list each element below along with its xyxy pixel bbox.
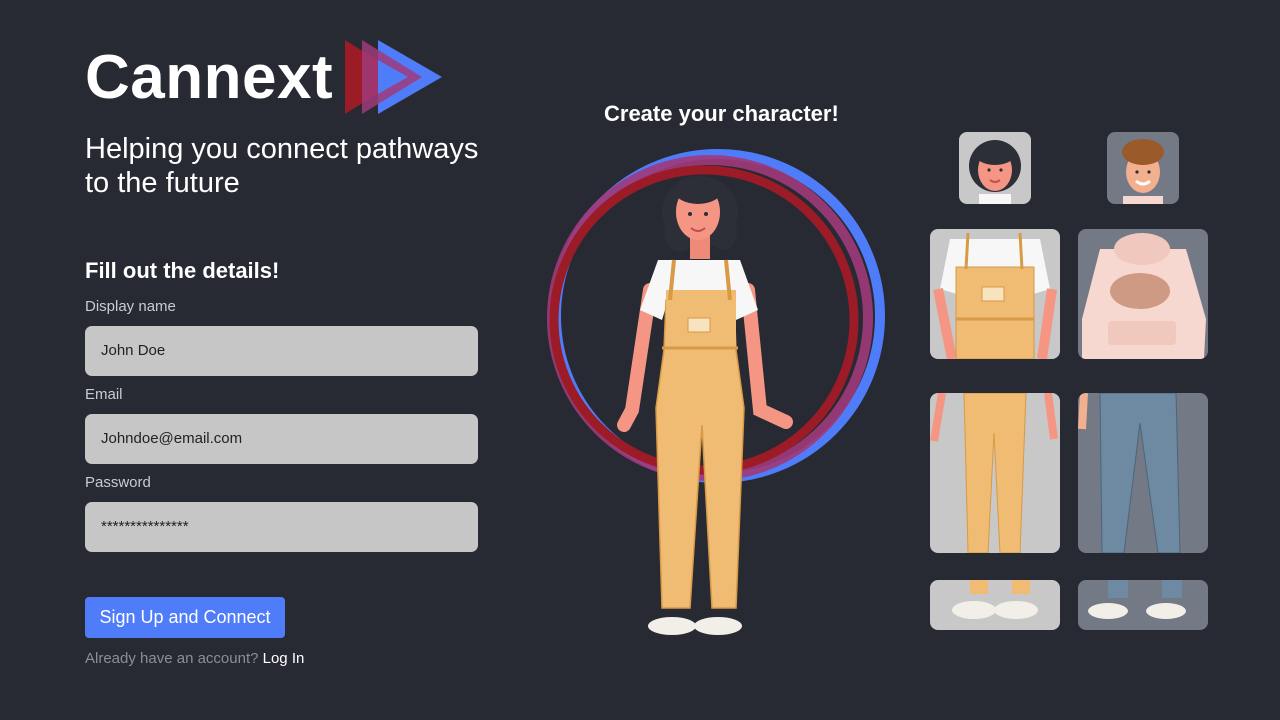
sign-up-button[interactable]: Sign Up and Connect: [85, 597, 285, 638]
white-sneakers-icon: [952, 580, 1038, 619]
bottom-option-overalls[interactable]: [930, 393, 1060, 553]
male-avatar-icon: [1122, 139, 1164, 204]
top-option-overalls[interactable]: [930, 229, 1060, 359]
top-option-hoodie[interactable]: [1078, 229, 1208, 359]
display-name-field[interactable]: John Doe: [85, 326, 478, 376]
login-prompt-text: Already have an account?: [85, 650, 259, 667]
jeans-icon: [1078, 393, 1181, 553]
login-link[interactable]: Log In: [263, 650, 305, 667]
password-field[interactable]: ***************: [85, 502, 478, 552]
form-heading: Fill out the details!: [85, 258, 280, 283]
overalls-pants-icon: [930, 393, 1058, 553]
brand-name: Cannext: [85, 43, 334, 112]
brand-logo-icon: [345, 40, 442, 114]
email-label: Email: [85, 386, 123, 403]
shoes-option-jeans[interactable]: [1078, 580, 1208, 630]
white-sneakers-icon: [1088, 580, 1186, 619]
avatar-option-male[interactable]: [1107, 132, 1179, 204]
right-shoe: [694, 617, 742, 635]
character-title: Create your character!: [604, 101, 839, 126]
bottom-option-jeans[interactable]: [1078, 393, 1208, 553]
hoodie-icon: [1082, 233, 1206, 359]
email-field[interactable]: Johndoe@email.com: [85, 414, 478, 464]
password-label: Password: [85, 474, 151, 491]
display-name-label: Display name: [85, 298, 176, 315]
character-preview: [547, 149, 885, 635]
female-avatar-icon: [969, 140, 1021, 204]
login-prompt: Already have an account? Log In: [85, 650, 304, 667]
left-shoe: [648, 617, 696, 635]
tagline: Helping you connect pathways to the futu…: [85, 133, 479, 199]
avatar-option-female[interactable]: [959, 132, 1031, 204]
shoes-option-overalls[interactable]: [930, 580, 1060, 630]
overalls-top-icon: [933, 232, 1057, 359]
